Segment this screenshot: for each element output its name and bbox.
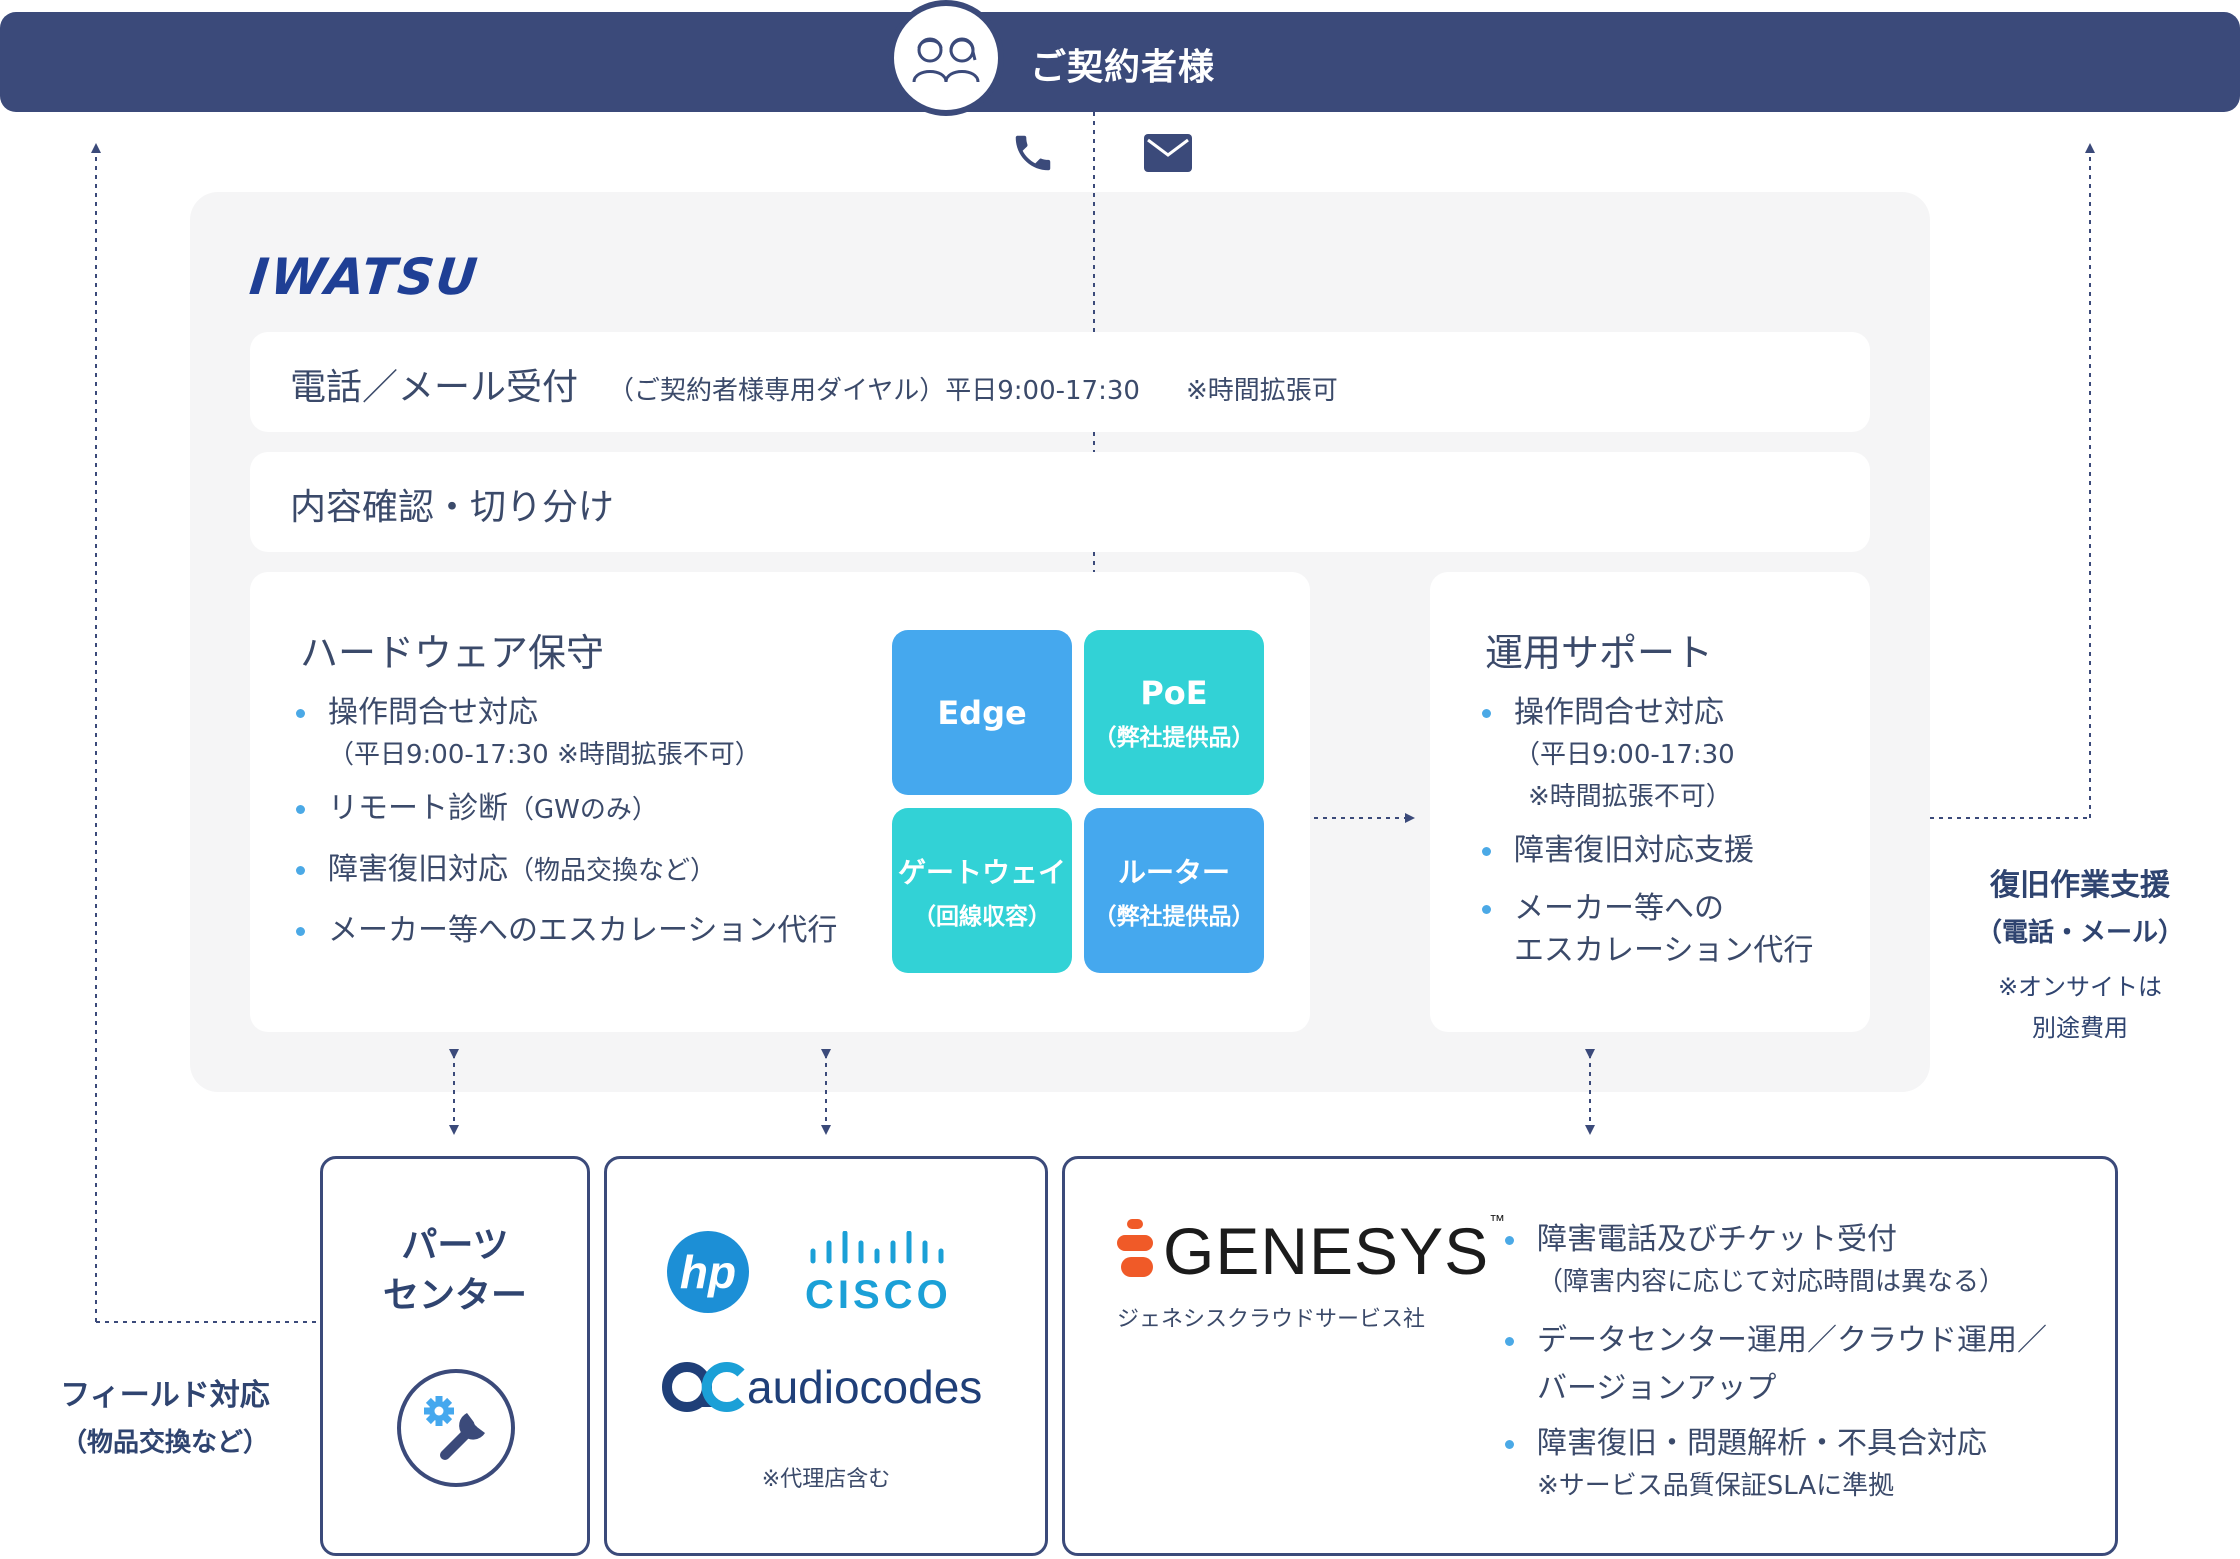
connector-lines xyxy=(91,112,2095,1323)
